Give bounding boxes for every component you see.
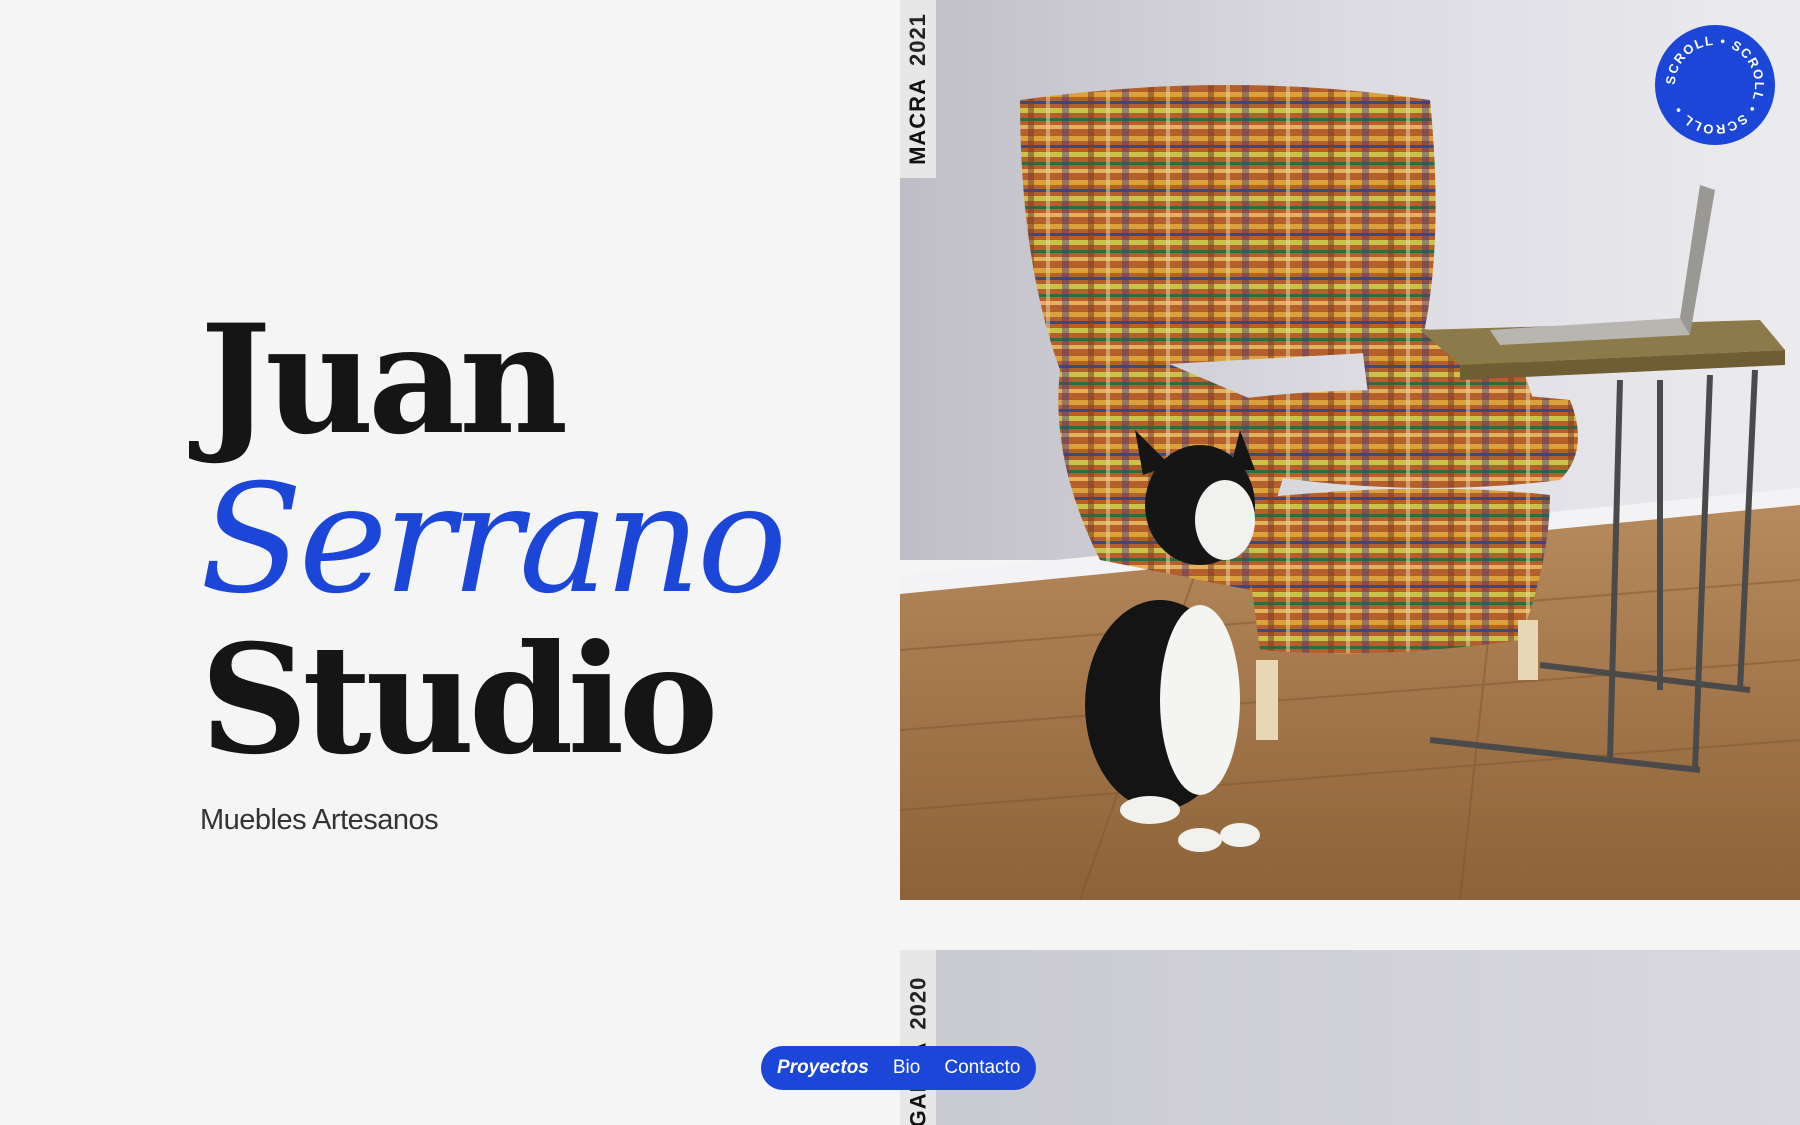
nav-item-bio[interactable]: Bio xyxy=(893,1057,920,1079)
hero-title-last-name: Serrano xyxy=(200,453,787,627)
scroll-badge-icon[interactable]: SCROLL • SCROLL • SCROLL • xyxy=(1654,24,1776,146)
hero-title-first-name: Juan xyxy=(200,292,568,468)
project-photo-garra xyxy=(900,950,1800,1125)
project-name: MACRA xyxy=(905,78,930,165)
hero-subtitle: Muebles Artesanos xyxy=(200,804,439,836)
nav-item-contacto[interactable]: Contacto xyxy=(944,1057,1020,1079)
project-year: 2021 xyxy=(905,13,930,67)
page: Juan Serrano Studio Muebles Artesanos MA… xyxy=(0,0,1800,1125)
project-year: 2020 xyxy=(905,976,930,1030)
project-card-garra[interactable]: GARRA 2020 xyxy=(900,950,1800,1125)
nav-item-proyectos[interactable]: Proyectos xyxy=(777,1057,869,1079)
hero-title: Juan Serrano Studio Muebles Artesanos xyxy=(200,292,787,837)
hero-title-studio: Studio xyxy=(200,612,719,788)
bottom-nav: Proyectos Bio Contacto xyxy=(761,1046,1037,1090)
project-label-garra: GARRA 2020 xyxy=(900,950,936,1125)
project-label-macra: MACRA 2021 xyxy=(900,0,936,178)
